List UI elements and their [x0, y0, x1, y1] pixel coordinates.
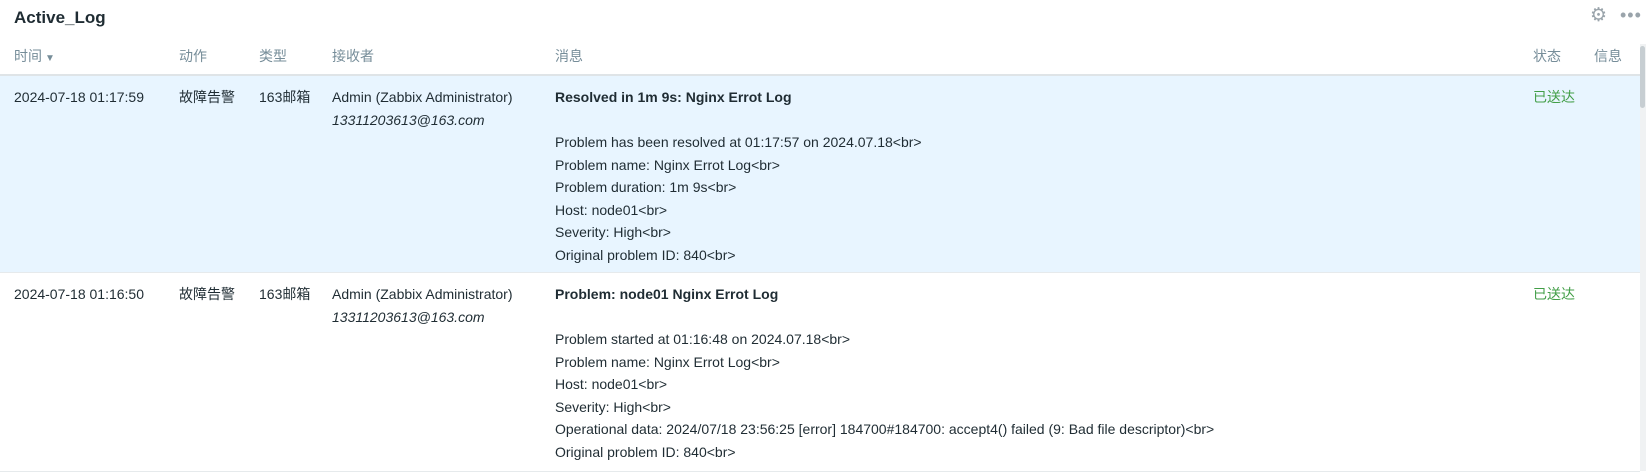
- column-header-recipient: 接收者: [332, 48, 374, 64]
- message-line: Host: node01<br>: [555, 201, 668, 218]
- scrollbar-thumb[interactable]: [1640, 46, 1645, 108]
- row-message: Problem: node01 Nginx Errot Log Problem …: [555, 283, 1214, 463]
- row-time: 2024-07-18 01:16:50: [14, 286, 144, 302]
- status-badge: 已送达: [1533, 286, 1575, 302]
- message-line: Problem name: Nginx Errot Log<br>: [555, 353, 780, 370]
- message-subject: Problem: node01 Nginx Errot Log: [555, 286, 779, 302]
- column-header-action: 动作: [179, 48, 207, 64]
- row-action: 故障告警: [179, 89, 235, 105]
- message-line: Severity: High<br>: [555, 398, 671, 415]
- message-subject: Resolved in 1m 9s: Nginx Errot Log: [555, 89, 792, 105]
- row-action: 故障告警: [179, 286, 235, 302]
- status-badge: 已送达: [1533, 89, 1575, 105]
- column-header-info: 信息: [1594, 48, 1622, 64]
- message-line: Original problem ID: 840<br>: [555, 246, 736, 263]
- message-line: Problem started at 01:16:48 on 2024.07.1…: [555, 331, 850, 347]
- row-time: 2024-07-18 01:17:59: [14, 89, 144, 105]
- row-message: Resolved in 1m 9s: Nginx Errot Log Probl…: [555, 86, 922, 266]
- widget-header: Active_Log ⚙ •••: [0, 0, 1646, 36]
- vertical-scrollbar[interactable]: [1640, 44, 1646, 471]
- message-line: Severity: High<br>: [555, 224, 671, 240]
- table-header: 时间 ▼ 动作 类型 接收者 消息 状态 信息: [0, 36, 1646, 76]
- row-recipient: Admin (Zabbix Administrator) 13311203613…: [332, 86, 513, 131]
- message-line: Problem duration: 1m 9s<br>: [555, 179, 737, 195]
- widget-title: Active_Log: [14, 8, 106, 27]
- gear-icon[interactable]: ⚙: [1590, 6, 1610, 26]
- message-line: Host: node01<br>: [555, 376, 668, 392]
- column-header-time-label: 时间: [14, 48, 42, 64]
- row-type: 163邮箱: [259, 89, 311, 105]
- recipient-email: 13311203613@163.com: [332, 111, 485, 128]
- column-header-status: 状态: [1533, 48, 1561, 64]
- table-row: 2024-07-18 01:17:59 故障告警 163邮箱 Admin (Za…: [0, 76, 1640, 273]
- more-options-icon[interactable]: •••: [1620, 6, 1646, 26]
- recipient-name: Admin (Zabbix Administrator): [332, 286, 513, 302]
- recipient-name: Admin (Zabbix Administrator): [332, 89, 513, 105]
- message-line: Problem name: Nginx Errot Log<br>: [555, 156, 780, 173]
- recipient-email: 13311203613@163.com: [332, 308, 485, 325]
- message-line: Original problem ID: 840<br>: [555, 443, 736, 460]
- column-header-time[interactable]: 时间 ▼: [14, 46, 55, 66]
- message-line: Operational data: 2024/07/18 23:56:25 [e…: [555, 421, 1215, 437]
- column-header-type: 类型: [259, 48, 287, 64]
- message-line: Problem has been resolved at 01:17:57 on…: [555, 134, 922, 150]
- row-type: 163邮箱: [259, 286, 311, 302]
- column-header-message: 消息: [555, 48, 583, 64]
- sort-desc-icon: ▼: [45, 53, 55, 64]
- table-row: 2024-07-18 01:16:50 故障告警 163邮箱 Admin (Za…: [0, 273, 1640, 472]
- row-recipient: Admin (Zabbix Administrator) 13311203613…: [332, 283, 513, 328]
